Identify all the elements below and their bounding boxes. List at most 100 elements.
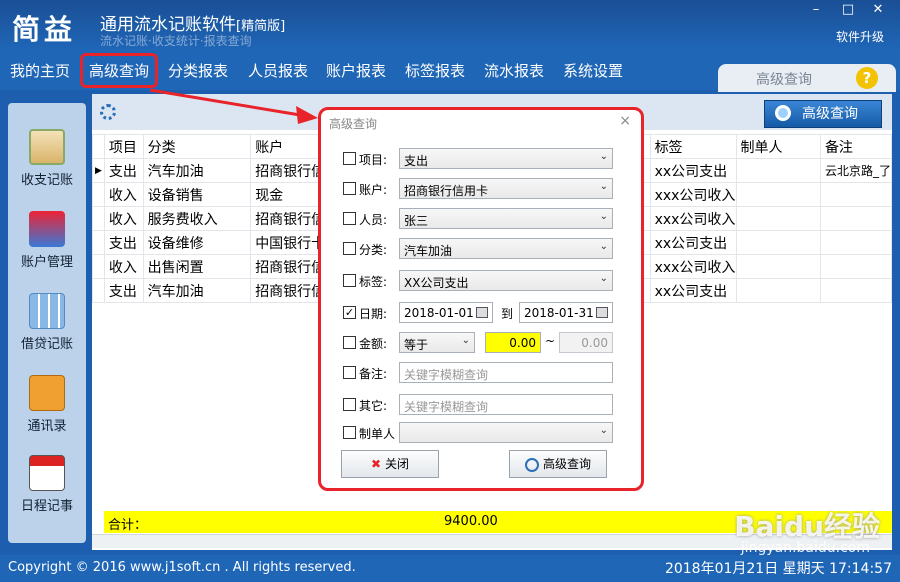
other-checkbox[interactable] (343, 398, 356, 411)
dialog-title: 高级查询 (329, 117, 378, 131)
col-header-creator[interactable]: 制单人 (735, 134, 821, 159)
title-bar: 简益 通用流水记账软件[精简版] 流水记账·收支统计·报表查询 – □ ✕ 软件… (0, 0, 900, 50)
cell-tag: xx公司支出 (649, 278, 737, 303)
cell-category: 设备销售 (142, 182, 252, 207)
notebook-pen-icon (29, 129, 65, 165)
cell-account: 招商银行信 (250, 278, 327, 303)
cell-tag: xxx公司收入 (649, 254, 737, 279)
datetime-text: 2018年01月21日 星期天 17:14:57 (664, 561, 892, 577)
filter-account-row: 账户: 招商银行信用卡 ⌄ (343, 178, 613, 200)
col-header-item[interactable]: 项目 (103, 134, 144, 159)
menu-advanced-query[interactable]: 高级查询 (80, 53, 159, 88)
date-to-label: 到 (501, 307, 514, 321)
minimize-icon[interactable]: – (806, 2, 826, 17)
creator-select[interactable]: ⌄ (399, 422, 613, 443)
chevron-down-icon: ⌄ (599, 273, 608, 284)
filter-date-row: ✓ 日期: 2018-01-01 到 2018-01-31 (343, 302, 613, 324)
sidebar-item-income-expense[interactable]: 收支记账 (8, 129, 86, 188)
row-indicator (92, 182, 105, 207)
amount-operator-select[interactable]: 等于 ⌄ (399, 332, 475, 353)
gear-icon[interactable] (100, 104, 116, 120)
menu-person-report[interactable]: 人员报表 (248, 60, 308, 81)
upgrade-link[interactable]: 软件升级 (836, 28, 884, 45)
col-header-account[interactable]: 账户 (250, 134, 327, 159)
account-checkbox[interactable] (343, 182, 356, 195)
amount-checkbox[interactable] (343, 336, 356, 349)
status-bar: Copyright © 2016 www.j1soft.cn . All rig… (0, 555, 900, 582)
date-to-picker[interactable]: 2018-01-31 (519, 302, 613, 323)
col-header-category[interactable]: 分类 (142, 134, 252, 159)
help-icon[interactable]: ? (856, 67, 878, 89)
chevron-down-icon: ⌄ (599, 425, 608, 436)
row-indicator (92, 278, 105, 303)
cell-creator (735, 206, 821, 231)
amount-min-input[interactable]: 0.00 (485, 332, 541, 353)
close-window-icon[interactable]: ✕ (868, 2, 888, 17)
filter-item-row: 项目: 支出 ⌄ (343, 148, 613, 170)
row-pointer-icon: ▶ (92, 158, 105, 183)
close-icon[interactable]: × (619, 113, 631, 129)
item-checkbox[interactable] (343, 152, 356, 165)
amount-max-input[interactable]: 0.00 (559, 332, 613, 353)
creator-checkbox[interactable] (343, 426, 356, 439)
sidebar-item-schedule[interactable]: 日程记事 (8, 455, 86, 514)
chevron-down-icon: ⌄ (599, 241, 608, 252)
item-select[interactable]: 支出 ⌄ (399, 148, 613, 169)
chevron-down-icon: ⌄ (599, 181, 608, 192)
cell-item: 支出 (103, 278, 144, 303)
chevron-down-icon: ⌄ (599, 151, 608, 162)
other-label: 其它: (359, 399, 388, 413)
sidebar-item-account[interactable]: 账户管理 (8, 211, 86, 270)
cell-category: 设备维修 (142, 230, 252, 255)
baidu-watermark: Baidu经验 (734, 510, 880, 543)
cell-category: 服务费收入 (142, 206, 252, 231)
person-select[interactable]: 张三 ⌄ (399, 208, 613, 229)
cell-account: 现金 (250, 182, 327, 207)
col-header-note[interactable]: 备注 (819, 134, 893, 159)
sidebar-item-contacts[interactable]: 通讯录 (8, 375, 86, 434)
tag-checkbox[interactable] (343, 274, 356, 287)
tab-label: 高级查询 (756, 72, 812, 88)
cell-note (819, 206, 893, 231)
person-label: 人员: (359, 213, 388, 227)
restore-icon[interactable]: □ (838, 2, 858, 17)
creator-label: 制单人 (359, 427, 396, 441)
note-input[interactable]: 关键字模糊查询 (399, 362, 613, 383)
account-select[interactable]: 招商银行信用卡 ⌄ (399, 178, 613, 199)
menu-tag-report[interactable]: 标签报表 (405, 60, 465, 81)
cell-account: 招商银行信 (250, 158, 327, 183)
cell-tag: xxx公司收入 (649, 182, 737, 207)
date-checkbox[interactable]: ✓ (343, 306, 356, 319)
tab-advanced-query[interactable]: 高级查询 ? (718, 64, 896, 92)
col-header-tag[interactable]: 标签 (649, 134, 737, 159)
sidebar-item-loan[interactable]: 借贷记账 (8, 293, 86, 352)
row-indicator-header (92, 134, 105, 159)
credit-card-icon (29, 211, 65, 247)
menu-flow-report[interactable]: 流水报表 (484, 60, 544, 81)
advanced-query-button[interactable]: 高级查询 (764, 100, 882, 128)
menu-category-report[interactable]: 分类报表 (168, 60, 228, 81)
person-checkbox[interactable] (343, 212, 356, 225)
search-icon (524, 457, 539, 472)
close-button[interactable]: ✖ 关闭 (341, 450, 439, 478)
cell-note (819, 278, 893, 303)
cell-item: 收入 (103, 206, 144, 231)
tag-select[interactable]: XX公司支出 ⌄ (399, 270, 613, 291)
calendar-icon (476, 307, 488, 318)
search-button[interactable]: 高级查询 (509, 450, 607, 478)
filter-creator-row: 制单人 ⌄ (343, 422, 613, 444)
category-checkbox[interactable] (343, 242, 356, 255)
cell-item: 收入 (103, 254, 144, 279)
row-indicator (92, 254, 105, 279)
note-checkbox[interactable] (343, 366, 356, 379)
other-input[interactable]: 关键字模糊查询 (399, 394, 613, 415)
menu-account-report[interactable]: 账户报表 (326, 60, 386, 81)
calculator-coins-icon (29, 293, 65, 329)
category-select[interactable]: 汽车加油 ⌄ (399, 238, 613, 259)
cell-note (819, 254, 893, 279)
app-subtitle: 流水记账·收支统计·报表查询 (100, 34, 252, 48)
date-from-picker[interactable]: 2018-01-01 (399, 302, 493, 323)
menu-home[interactable]: 我的主页 (10, 60, 70, 81)
cell-account: 招商银行信 (250, 254, 327, 279)
menu-system-settings[interactable]: 系统设置 (563, 60, 623, 81)
